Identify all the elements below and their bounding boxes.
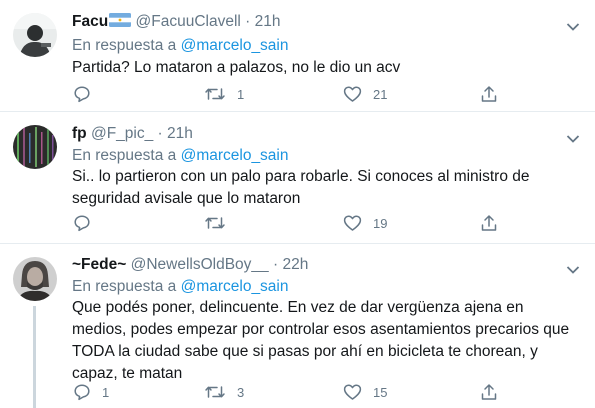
like-button[interactable]: 19 xyxy=(343,213,387,233)
retweet-arrows-icon xyxy=(204,85,226,103)
speech-bubble-icon xyxy=(73,85,91,103)
share-button[interactable] xyxy=(480,213,498,233)
speech-bubble-icon xyxy=(73,214,91,232)
chevron-down-icon[interactable] xyxy=(566,262,580,274)
tweet-header: ~Fede~ @NewellsOldBoy__ · 22h xyxy=(72,256,308,274)
reply-mention-link[interactable]: @marcelo_sain xyxy=(181,278,289,295)
retweet-count: 1 xyxy=(237,86,245,102)
share-button[interactable] xyxy=(480,84,498,104)
heart-icon xyxy=(343,85,362,103)
reply-prefix: En respuesta a xyxy=(72,147,177,164)
retweet-button[interactable]: 1 xyxy=(204,84,244,104)
retweet-arrows-icon xyxy=(204,383,226,401)
reply-mention-link[interactable]: @marcelo_sain xyxy=(181,37,289,54)
timestamp[interactable]: 21h xyxy=(167,125,193,142)
display-name[interactable]: Facu xyxy=(72,13,108,30)
separator-dot: · xyxy=(272,256,279,273)
reply-button[interactable]: 1 xyxy=(73,382,109,402)
thread-line xyxy=(33,306,36,408)
chevron-down-icon[interactable] xyxy=(566,19,580,31)
reply-context: En respuesta a @marcelo_sain xyxy=(72,278,289,296)
like-count: 19 xyxy=(373,215,388,231)
user-handle[interactable]: @NewellsOldBoy__ xyxy=(131,256,269,273)
share-upload-icon xyxy=(480,383,498,401)
timestamp[interactable]: 21h xyxy=(255,13,281,30)
retweet-arrows-icon xyxy=(204,214,226,232)
tweet-header: Facu @FacuuClavell · 21h xyxy=(72,13,281,31)
reply-button[interactable] xyxy=(73,213,102,233)
like-count: 21 xyxy=(373,86,388,102)
share-upload-icon xyxy=(480,85,498,103)
like-count: 15 xyxy=(373,384,388,400)
tweet-text: Si.. lo partieron con un palo para robar… xyxy=(72,168,530,207)
like-button[interactable]: 15 xyxy=(343,382,387,402)
reply-context: En respuesta a @marcelo_sain xyxy=(72,147,289,165)
share-button[interactable] xyxy=(480,382,498,402)
tweet[interactable]: ~Fede~ @NewellsOldBoy__ · 22h En respues… xyxy=(0,244,595,408)
separator-dot: · xyxy=(245,13,251,30)
chevron-down-icon[interactable] xyxy=(566,131,580,143)
tweet-text: Que podés poner, delincuente. En vez de … xyxy=(72,299,570,382)
reply-prefix: En respuesta a xyxy=(72,278,177,295)
avatar[interactable] xyxy=(13,257,57,301)
user-handle[interactable]: @F_pic_ xyxy=(91,125,153,142)
avatar[interactable] xyxy=(13,13,57,57)
retweet-button[interactable] xyxy=(204,213,237,233)
tweet-text: Partida? Lo mataron a palazos, no le dio… xyxy=(72,59,401,76)
argentina-flag-icon xyxy=(109,13,132,27)
timestamp[interactable]: 22h xyxy=(282,256,308,273)
heart-icon xyxy=(343,214,362,232)
retweet-count: 3 xyxy=(237,384,245,400)
heart-icon xyxy=(343,383,362,401)
display-name[interactable]: ~Fede~ xyxy=(72,256,126,273)
speech-bubble-icon xyxy=(73,383,91,401)
separator-dot: · xyxy=(157,125,163,142)
reply-context: En respuesta a @marcelo_sain xyxy=(72,37,289,55)
tweet[interactable]: Facu @FacuuClavell · 21h En respuesta a … xyxy=(0,0,595,111)
display-name[interactable]: fp xyxy=(72,125,87,142)
tweet[interactable]: fp @F_pic_ · 21h En respuesta a @marcelo… xyxy=(0,112,595,243)
tweet-header: fp @F_pic_ · 21h xyxy=(72,125,193,143)
reply-mention-link[interactable]: @marcelo_sain xyxy=(181,147,289,164)
avatar[interactable] xyxy=(13,125,57,169)
reply-button[interactable] xyxy=(73,84,102,104)
like-button[interactable]: 21 xyxy=(343,84,387,104)
user-handle[interactable]: @FacuuClavell xyxy=(136,13,241,30)
reply-count: 1 xyxy=(102,384,110,400)
reply-prefix: En respuesta a xyxy=(72,37,177,54)
retweet-button[interactable]: 3 xyxy=(204,382,244,402)
share-upload-icon xyxy=(480,214,498,232)
